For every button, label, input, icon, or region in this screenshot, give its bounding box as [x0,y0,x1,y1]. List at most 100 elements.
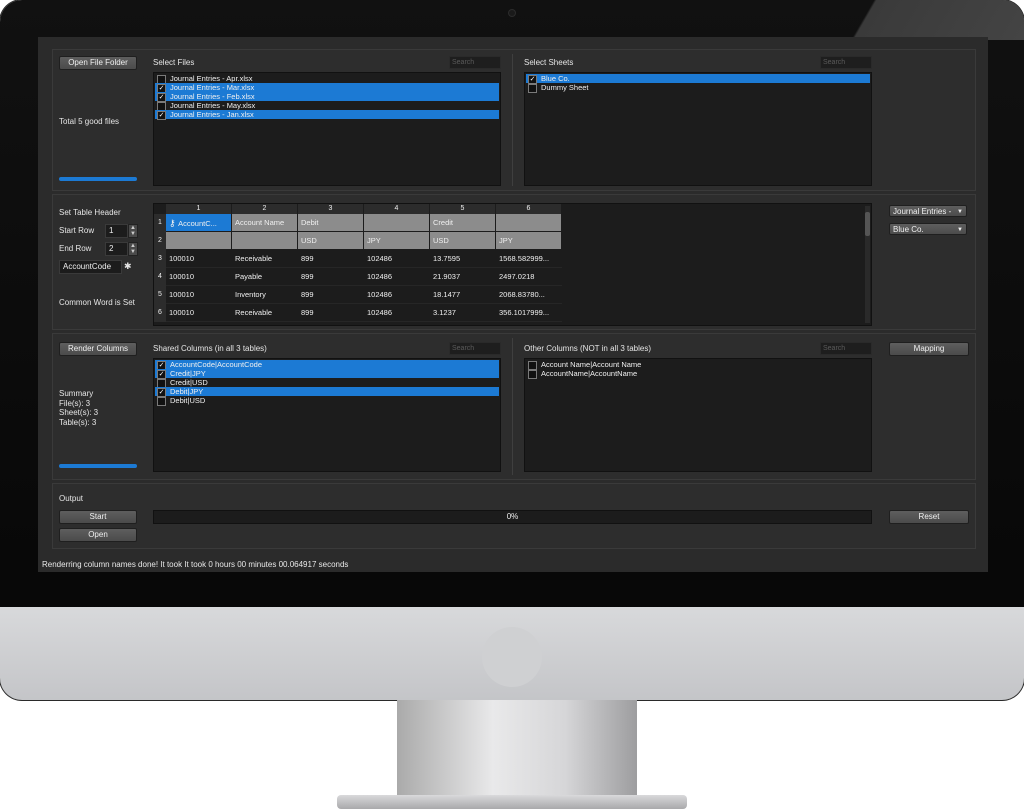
shared-column-item[interactable]: Debit|USD [155,396,499,406]
end-row-stepper[interactable]: ▲ ▼ [128,242,138,256]
checkbox-unchecked[interactable] [528,370,537,379]
table-scroll-thumb[interactable] [865,212,870,236]
header-cell[interactable]: Debit [298,214,364,232]
table-cell[interactable]: 100010 [166,286,232,304]
select-sheets-label: Select Sheets [524,58,574,67]
table-cell[interactable]: 3.1237 [430,304,496,322]
column-header[interactable]: 5 [430,204,496,214]
table-cell[interactable]: 21.9037 [430,268,496,286]
checkbox-unchecked[interactable] [157,397,166,406]
file-list-item-label: Journal Entries - Mar.xlsx [170,83,255,92]
table-select-combo[interactable]: Journal Entries - ▼ [889,205,967,217]
sheet-select-combo[interactable]: Blue Co. ▼ [889,223,967,235]
column-header[interactable]: 1 [166,204,232,214]
start-button[interactable]: Start [59,510,137,524]
table-cell[interactable]: Payable [232,268,298,286]
shared-columns-label: Shared Columns (in all 3 tables) [153,344,267,353]
open-button[interactable]: Open [59,528,137,542]
checkbox-unchecked[interactable] [528,84,537,93]
shared-column-item[interactable]: Credit|USD [155,378,499,388]
table-cell[interactable]: 102486 [364,286,430,304]
header-cell[interactable]: ⚷ AccountC... [166,214,232,232]
shared-columns-list: ✓ AccountCode|AccountCode ✓ Credit|JPY Credi… [153,358,501,472]
row-header[interactable]: 1 [154,214,166,232]
cell-text: 100010 [169,254,195,263]
other-search-input[interactable]: Search [820,342,872,355]
header-cell[interactable]: Credit [430,214,496,232]
files-panel: Open File Folder Select Files Search Jou… [52,49,976,191]
open-file-folder-button[interactable]: Open File Folder [59,56,137,70]
row-header[interactable]: 2 [154,232,166,250]
table-scrollbar[interactable] [865,206,870,323]
row-header[interactable]: 4 [154,268,166,286]
header-cell[interactable] [364,214,430,232]
shared-search-input[interactable]: Search [449,342,501,355]
table-cell[interactable]: 102486 [364,304,430,322]
files-search-input[interactable]: Search [449,56,501,69]
cell-text: Receivable [235,254,273,263]
file-list-item[interactable]: Journal Entries - May.xlsx [155,101,499,111]
other-column-item[interactable]: AccountName|AccountName [526,369,870,379]
table-cell[interactable]: Inventory [232,286,298,304]
column-header[interactable]: 3 [298,204,364,214]
file-list-item[interactable]: Journal Entries - Apr.xlsx [155,74,499,84]
shared-column-item[interactable]: ✓ AccountCode|AccountCode [155,360,499,370]
header-cell[interactable]: USD [298,232,364,250]
column-header[interactable]: 4 [364,204,430,214]
keyword-input[interactable]: AccountCode [59,260,122,274]
table-cell[interactable]: Receivable [232,304,298,322]
column-header[interactable]: 2 [232,204,298,214]
table-cell[interactable]: 899 [298,286,364,304]
table-cell[interactable]: Receivable [232,250,298,268]
table-cell[interactable]: 1568.582999... [496,250,562,268]
preview-table: 123456 1 ⚷ AccountC... Account Name Debit Cr… [153,203,872,326]
header-cell[interactable] [166,232,232,250]
column-header[interactable]: 6 [496,204,562,214]
header-cell[interactable] [232,232,298,250]
files-summary: Total 5 good files [59,117,120,126]
row-header[interactable]: 5 [154,286,166,304]
row-header[interactable]: 3 [154,250,166,268]
table-cell[interactable]: 356.1017999... [496,304,562,322]
table-cell[interactable]: 899 [298,268,364,286]
reset-button[interactable]: Reset [889,510,969,524]
table-cell[interactable]: 2497.0218 [496,268,562,286]
file-list-item[interactable]: ✓ Journal Entries - Jan.xlsx [155,110,499,120]
sheet-list-item[interactable]: Dummy Sheet [526,83,870,93]
shared-column-item[interactable]: ✓ Debit|JPY [155,387,499,397]
render-columns-button[interactable]: Render Columns [59,342,137,356]
header-cell[interactable] [496,214,562,232]
table-cell[interactable]: 899 [298,250,364,268]
cell-text: Credit [433,218,454,227]
start-row-stepper[interactable]: ▲ ▼ [128,224,138,238]
table-cell[interactable]: 18.1477 [430,286,496,304]
other-column-item[interactable]: Account Name|Account Name [526,360,870,370]
header-cell[interactable]: JPY [496,232,562,250]
other-columns-label: Other Columns (NOT in all 3 tables) [524,344,652,353]
cell-text: 13.7595 [433,254,461,263]
file-list-item[interactable]: ✓ Journal Entries - Mar.xlsx [155,83,499,93]
sheet-list-item[interactable]: ✓ Blue Co. [526,74,870,84]
checkbox-checked[interactable]: ✓ [157,111,166,120]
table-cell[interactable]: 100010 [166,304,232,322]
panel-divider [512,338,513,475]
start-row-spinbox[interactable]: 1 [105,224,128,238]
table-cell[interactable]: 2068.83780... [496,286,562,304]
end-row-spinbox[interactable]: 2 [105,242,128,256]
file-list-item[interactable]: ✓ Journal Entries - Feb.xlsx [155,92,499,102]
sheets-search-input[interactable]: Search [820,56,872,69]
table-cell[interactable]: 102486 [364,268,430,286]
table-cell[interactable]: 899 [298,304,364,322]
header-cell[interactable]: JPY [364,232,430,250]
header-cell[interactable]: Account Name [232,214,298,232]
table-cell[interactable]: 100010 [166,268,232,286]
table-cell[interactable]: 13.7595 [430,250,496,268]
table-cell[interactable]: 100010 [166,250,232,268]
mapping-button[interactable]: Mapping [889,342,969,356]
row-header[interactable]: 6 [154,304,166,322]
output-label: Output [59,494,84,503]
table-cell[interactable]: 102486 [364,250,430,268]
clear-icon[interactable]: ✱ [124,261,132,272]
shared-column-item[interactable]: ✓ Credit|JPY [155,369,499,379]
header-cell[interactable]: USD [430,232,496,250]
